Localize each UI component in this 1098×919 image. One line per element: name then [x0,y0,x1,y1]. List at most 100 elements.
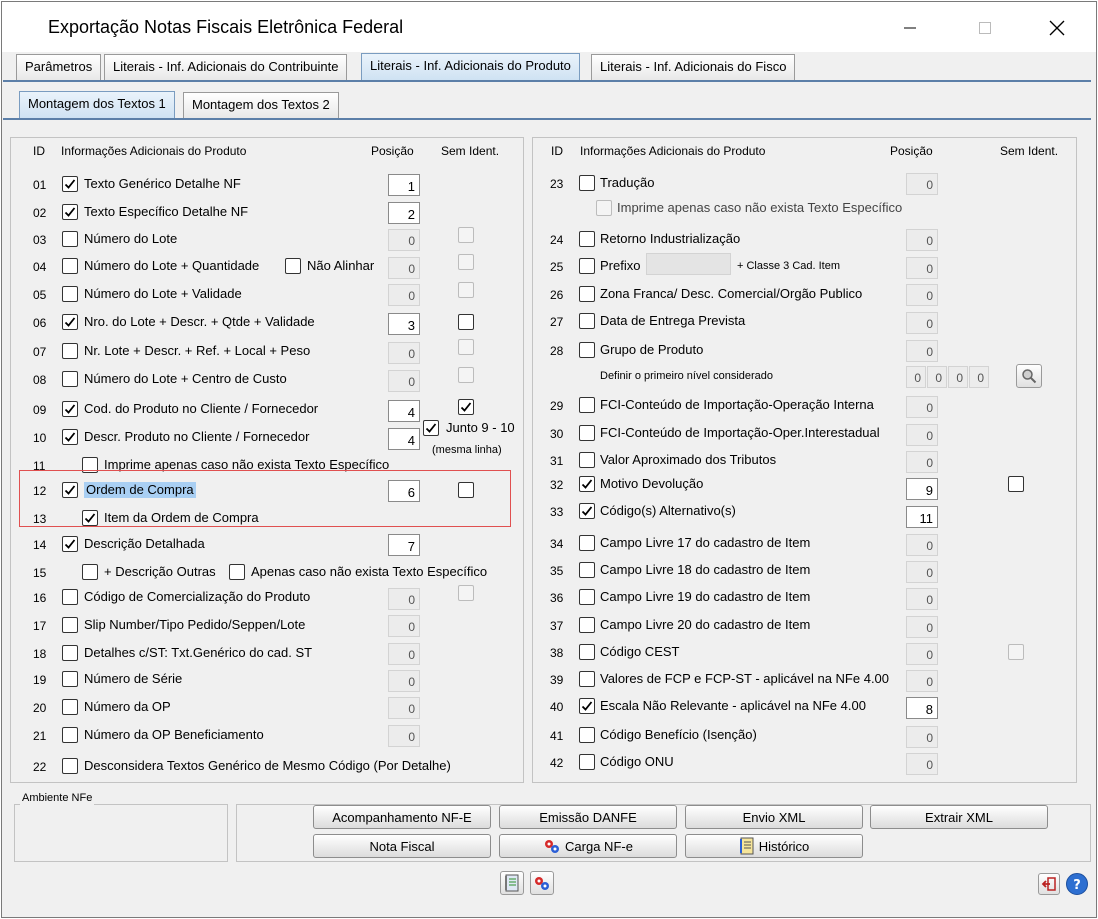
position-field-09[interactable]: 4 [388,400,420,422]
acompanhamento-nfe-button[interactable]: Acompanhamento NF-E [313,805,491,829]
position-field-01[interactable]: 1 [388,174,420,196]
option-checkbox-30[interactable] [579,425,595,441]
position-field-19: 0 [388,670,420,692]
option-checkbox-20[interactable] [62,699,78,715]
option-checkbox-16[interactable] [62,589,78,605]
highlight-box-ordem-compra [19,470,511,527]
tab-separator [3,80,1091,82]
option-checkbox-25[interactable] [579,258,595,274]
search-icon [1022,369,1037,384]
traducao-sub-checkbox [596,200,612,216]
help-button[interactable]: ? [1066,873,1088,895]
option-checkbox-19[interactable] [62,671,78,687]
option-checkbox-21[interactable] [62,727,78,743]
minimize-button[interactable] [887,12,933,44]
tab-literais-contribuinte[interactable]: Literais - Inf. Adicionais do Contribuin… [104,54,348,80]
option-checkbox-34[interactable] [579,535,595,551]
option-checkbox-05[interactable] [62,286,78,302]
option-checkbox-37[interactable] [579,617,595,633]
option-checkbox-02[interactable] [62,204,78,220]
option-checkbox-22[interactable] [62,758,78,774]
subtab-montagem-1[interactable]: Montagem dos Textos 1 [19,91,175,118]
position-field-32[interactable]: 9 [906,478,938,500]
search-level-button[interactable] [1016,364,1042,388]
sem-ident-checkbox-09[interactable] [458,399,474,415]
sem-ident-checkbox-32[interactable] [1008,476,1024,492]
position-field-04: 0 [388,257,420,279]
close-button[interactable] [1034,12,1080,44]
prefixo-field [646,253,731,275]
option-label-41: Código Benefício (Isenção) [600,727,757,742]
position-field-35: 0 [906,561,938,583]
option-checkbox-01[interactable] [62,176,78,192]
option-checkbox-08[interactable] [62,371,78,387]
position-field-18: 0 [388,643,420,665]
option-checkbox-24[interactable] [579,231,595,247]
option-checkbox-29[interactable] [579,397,595,413]
maximize-button[interactable] [962,12,1008,44]
extrair-xml-button[interactable]: Extrair XML [870,805,1048,829]
option-checkbox-35[interactable] [579,562,595,578]
option-checkbox-26[interactable] [579,286,595,302]
window-title: Exportação Notas Fiscais Eletrônica Fede… [48,17,404,37]
position-field-02[interactable]: 2 [388,202,420,224]
option-checkbox-36[interactable] [579,589,595,605]
option-checkbox-14[interactable] [62,536,78,552]
option-checkbox-04[interactable] [62,258,78,274]
row-id: 08 [33,373,47,387]
option-checkbox-38[interactable] [579,644,595,660]
tab-parametros[interactable]: Parâmetros [16,54,102,80]
envio-xml-button[interactable]: Envio XML [685,805,863,829]
tab-literais-produto[interactable]: Literais - Inf. Adicionais do Produto [361,53,580,80]
historico-button[interactable]: Histórico [685,834,863,858]
position-field-06[interactable]: 3 [388,313,420,335]
option-checkbox-41[interactable] [579,727,595,743]
option-checkbox-06[interactable] [62,314,78,330]
report-button[interactable] [500,871,524,895]
position-field-07: 0 [388,342,420,364]
left-header-posicao: Posição [371,144,414,158]
option-checkbox-17[interactable] [62,617,78,633]
exit-button[interactable] [1038,873,1060,895]
option-checkbox-15[interactable] [82,564,98,580]
apenas-texto-especifico-checkbox[interactable] [229,564,245,580]
option-checkbox-27[interactable] [579,313,595,329]
option-checkbox-07[interactable] [62,343,78,359]
sem-ident-checkbox-06[interactable] [458,314,474,330]
option-checkbox-33[interactable] [579,503,595,519]
option-checkbox-39[interactable] [579,671,595,687]
position-field-40[interactable]: 8 [906,697,938,719]
subtab-montagem-2[interactable]: Montagem dos Textos 2 [183,92,339,118]
option-label-27: Data de Entrega Prevista [600,313,746,328]
junto-9-10-checkbox[interactable] [423,420,439,436]
position-field-05: 0 [388,284,420,306]
option-checkbox-09[interactable] [62,401,78,417]
junto-9-10-label: Junto 9 - 10 [446,420,515,435]
position-field-14[interactable]: 7 [388,534,420,556]
process-button[interactable] [530,871,554,895]
row-id: 04 [33,260,47,274]
option-label-02: Texto Específico Detalhe NF [84,204,249,219]
envio-xml-label: Envio XML [742,809,806,825]
option-checkbox-28[interactable] [579,342,595,358]
option-checkbox-18[interactable] [62,645,78,661]
option-checkbox-03[interactable] [62,231,78,247]
nota-fiscal-button[interactable]: Nota Fiscal [313,834,491,858]
carga-nfe-button[interactable]: Carga NF-e [499,834,677,858]
emissao-danfe-button[interactable]: Emissão DANFE [499,805,677,829]
emissao-danfe-label: Emissão DANFE [539,809,637,825]
option-checkbox-23[interactable] [579,175,595,191]
option-label-17: Slip Number/Tipo Pedido/Seppen/Lote [84,617,306,632]
option-checkbox-42[interactable] [579,754,595,770]
position-field-10[interactable]: 4 [388,428,420,450]
option-checkbox-40[interactable] [579,698,595,714]
historico-label: Histórico [758,838,810,854]
option-checkbox-31[interactable] [579,452,595,468]
option-checkbox-32[interactable] [579,476,595,492]
tab-literais-fisco[interactable]: Literais - Inf. Adicionais do Fisco [591,54,796,80]
check-icon [64,404,76,414]
nao-alinhar-checkbox[interactable] [285,258,301,274]
position-field-30: 0 [906,424,938,446]
position-field-33[interactable]: 11 [906,506,938,528]
option-checkbox-10[interactable] [62,429,78,445]
